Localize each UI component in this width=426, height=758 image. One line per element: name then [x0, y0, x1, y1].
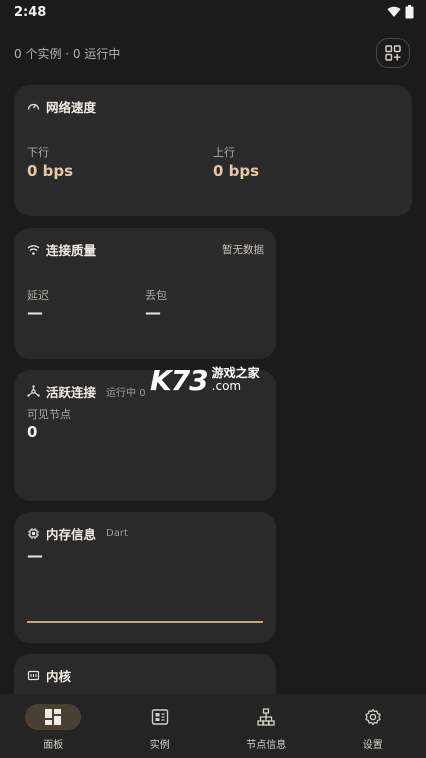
memory-value: — [27, 546, 43, 565]
add-grid-icon [385, 45, 401, 61]
speedometer-icon [27, 103, 40, 110]
network-tree-icon [257, 708, 275, 726]
card-title: 内核 [46, 669, 72, 684]
nav-settings[interactable]: 设置 [320, 694, 426, 758]
watermark-brand: K73 [150, 363, 209, 397]
memory-runtime: Dart [106, 528, 128, 539]
latency-value: — [27, 303, 43, 322]
download-label: 下行 [27, 146, 49, 159]
card-title: 连接质量 [46, 243, 97, 258]
instance-icon [151, 709, 168, 725]
card-title: 活跃连接 [46, 385, 97, 400]
running-count: 运行中 0 [106, 388, 146, 399]
upload-value: 0 bps [213, 162, 260, 180]
hub-icon [27, 385, 40, 397]
bottom-navigation: 面板 实例 节点信息 设置 [0, 694, 426, 758]
nav-active-indicator [25, 704, 82, 730]
wifi-icon [387, 6, 401, 18]
card-title: 内存信息 [46, 527, 97, 542]
nav-label: 设置 [362, 740, 383, 751]
nav-label: 节点信息 [246, 740, 287, 751]
packet-loss-value: — [145, 303, 161, 322]
packet-loss-label: 丢包 [145, 289, 167, 302]
nav-instances[interactable]: 实例 [107, 694, 213, 758]
k73-watermark: K73 游戏之家 .com [150, 362, 278, 398]
latency-label: 延迟 [27, 289, 49, 302]
upload-label: 上行 [213, 146, 235, 159]
nav-label: 面板 [43, 740, 64, 751]
signal-icon [27, 245, 40, 255]
gear-icon [365, 708, 381, 726]
nav-label: 实例 [149, 740, 170, 751]
instance-summary: 0 个实例 · 0 运行中 [14, 47, 121, 61]
nav-node-info[interactable]: 节点信息 [213, 694, 319, 758]
card-header: 内存信息 Dart [27, 524, 128, 543]
network-speed-card: 网络速度 下行 0 bps 上行 0 bps [14, 85, 412, 216]
visible-nodes-value: 0 [27, 423, 38, 441]
card-header: 连接质量 [27, 240, 96, 259]
no-data-tag: 暂无数据 [222, 244, 264, 256]
memory-card: 内存信息 Dart — [14, 512, 276, 643]
watermark-domain: .com [211, 379, 242, 393]
card-header: 活跃连接 运行中 0 [27, 382, 146, 401]
card-header: 网络速度 [27, 97, 96, 116]
add-instance-button[interactable] [376, 38, 410, 68]
battery-icon [405, 5, 414, 19]
chip-icon [28, 528, 39, 539]
card-header: 内核 [27, 666, 71, 685]
status-bar: 2:48 [0, 0, 426, 24]
download-value: 0 bps [27, 162, 74, 180]
status-icons [387, 5, 414, 19]
connection-quality-card: 连接质量 暂无数据 延迟 — 丢包 — [14, 228, 276, 359]
visible-nodes-label: 可见节点 [27, 408, 71, 421]
status-time: 2:48 [14, 4, 47, 20]
memory-usage-line [27, 621, 263, 623]
nav-dashboard[interactable]: 面板 [0, 694, 106, 758]
memory-chip-icon [27, 670, 40, 681]
card-title: 网络速度 [46, 100, 97, 115]
dashboard-icon [45, 709, 62, 725]
